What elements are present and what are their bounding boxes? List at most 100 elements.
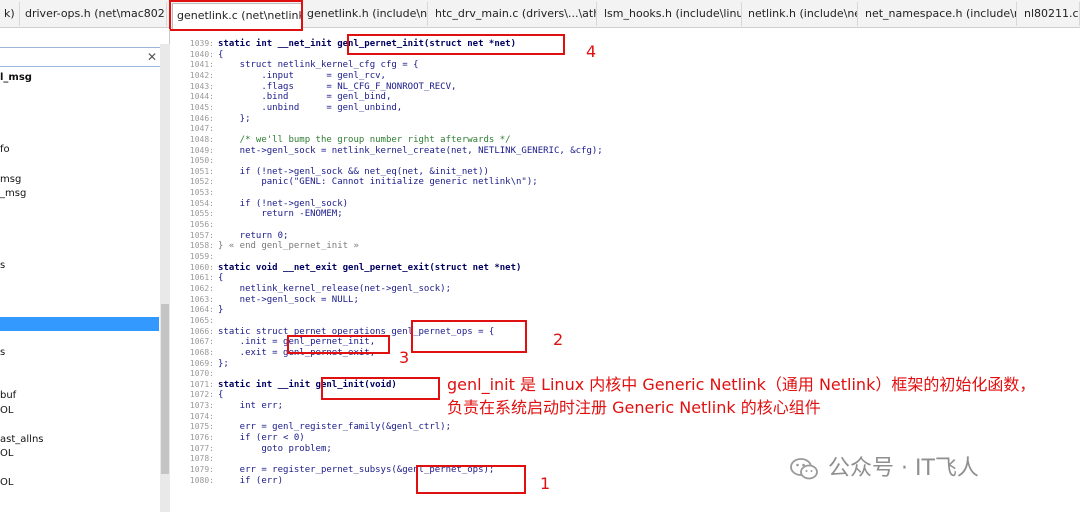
line-number: 1073: xyxy=(189,401,214,411)
tree-item[interactable]: s xyxy=(0,260,5,271)
code-text: net->genl_sock = NULL; xyxy=(218,294,359,305)
code-text: goto problem; xyxy=(218,443,332,454)
annotation-box-4 xyxy=(347,34,565,55)
code-line: 1054: if (!net->genl_sock) xyxy=(178,199,348,210)
line-number: 1039: xyxy=(189,39,214,48)
code-line: 1046: }; xyxy=(178,114,251,125)
code-line: 1065: xyxy=(178,316,218,327)
tab-highlight-box xyxy=(169,0,303,31)
code-text: } xyxy=(218,305,224,316)
tab-nl80211[interactable]: nl80211.c (ne xyxy=(1020,2,1080,26)
line-number: 1040: xyxy=(189,49,214,59)
code-line: 1077: goto problem; xyxy=(178,444,332,455)
tab-net-namespace[interactable]: net_namespace.h (include\net) xyxy=(861,2,1017,26)
scrollbar-thumb[interactable] xyxy=(161,304,169,474)
tab-label: lsm_hooks.h (include\linux) xyxy=(604,7,742,20)
code-line: 1051: if (!net->genl_sock && net_eq(net,… xyxy=(178,167,489,178)
code-line: 1075: err = genl_register_family(&genl_c… xyxy=(178,422,451,433)
line-number: 1070: xyxy=(189,369,214,379)
code-line: 1059: xyxy=(178,252,218,263)
code-text: .bind = genl_bind, xyxy=(218,92,392,103)
tab-label: k) xyxy=(4,7,15,20)
tab-lsm-hooks[interactable]: lsm_hooks.h (include\linux) xyxy=(600,2,742,26)
tree-item[interactable]: msg xyxy=(0,174,21,185)
tree-item[interactable]: s xyxy=(0,347,5,358)
code-text: } « end genl_pernet_init » xyxy=(218,241,359,252)
line-number: 1055: xyxy=(189,209,214,219)
tree-item[interactable]: OL xyxy=(0,477,13,488)
code-text: return -ENOMEM; xyxy=(218,209,343,220)
code-line: 1080: if (err) xyxy=(178,476,283,487)
code-text: panic("GENL: Cannot initialize generic n… xyxy=(218,177,538,188)
panel-scrollbar[interactable] xyxy=(160,44,170,512)
line-number: 1071: xyxy=(189,379,214,389)
tree-item[interactable]: l_msg xyxy=(0,72,32,83)
close-icon[interactable]: ✕ xyxy=(147,50,157,64)
line-number: 1057: xyxy=(189,230,214,240)
code-text: if (err) xyxy=(218,475,284,486)
code-line: 1060: static void __net_exit genl_pernet_… xyxy=(178,263,522,274)
code-line: 1042: .input = genl_rcv, xyxy=(178,71,386,82)
code-text: }; xyxy=(218,113,251,124)
code-line: 1050: xyxy=(178,156,218,167)
annotation-number-2: 2 xyxy=(553,330,564,349)
annotation-box-genl-init xyxy=(321,377,440,400)
code-line: 1062: netlink_kernel_release(net->genl_s… xyxy=(178,284,451,295)
code-line: 1061: { xyxy=(178,273,224,284)
tree-item[interactable]: ast_allns xyxy=(0,434,44,445)
code-text: }; xyxy=(218,358,229,369)
code-line: 1070: xyxy=(178,369,218,380)
code-line: 1057: return 0; xyxy=(178,230,289,242)
tab-netlink-h[interactable]: netlink.h (include\net) xyxy=(744,2,858,26)
tab-htc-drv-main[interactable]: htc_drv_main.c (drivers\...\ath9k) xyxy=(431,2,597,26)
code-line: 1044: .bind = genl_bind, xyxy=(178,92,391,103)
code-text: { xyxy=(218,390,224,401)
line-number: 1043: xyxy=(189,81,214,91)
tab-genetlink-h[interactable]: genetlink.h (include\net) xyxy=(303,2,428,26)
line-number: 1074: xyxy=(189,411,214,421)
line-number: 1077: xyxy=(189,443,214,453)
line-number: 1051: xyxy=(189,166,214,176)
tree-item[interactable]: _msg xyxy=(0,188,26,199)
line-number: 1042: xyxy=(189,70,214,80)
watermark-text: 公众号 · IT飞人 xyxy=(828,456,979,481)
line-number: 1067: xyxy=(189,337,214,347)
annotation-box-1 xyxy=(416,465,526,494)
tab-driver-ops[interactable]: driver-ops.h (net\mac80211) xyxy=(21,2,167,26)
annotation-box-3 xyxy=(287,335,390,354)
code-text: net->genl_sock = netlink_kernel_create(n… xyxy=(218,145,603,156)
line-number: 1059: xyxy=(189,252,214,261)
line-number: 1072: xyxy=(189,390,214,400)
code-line: 1056: xyxy=(178,220,218,231)
tab-partial[interactable]: k) xyxy=(0,2,20,26)
code-text: if (err < 0) xyxy=(218,433,305,444)
code-text: { xyxy=(218,273,224,284)
tree-item[interactable]: OL xyxy=(0,448,13,459)
code-text: .input = genl_rcv, xyxy=(218,70,386,81)
code-line: 1078: xyxy=(178,454,218,465)
code-editor[interactable]: 1039: static int __net_init genl_pernet_i… xyxy=(178,29,1080,512)
tree-item[interactable]: fo xyxy=(0,144,10,155)
line-number: 1052: xyxy=(189,177,214,187)
selected-row xyxy=(0,317,159,331)
line-number: 1063: xyxy=(189,294,214,304)
annotation-number-3: 3 xyxy=(399,348,410,367)
line-number: 1053: xyxy=(189,188,214,198)
code-text: err = genl_register_family(&genl_ctrl); xyxy=(218,422,451,433)
tab-label: genetlink.h (include\net) xyxy=(307,7,428,20)
search-input[interactable]: ✕ xyxy=(0,47,162,67)
code-text: return 0; xyxy=(218,230,289,241)
line-number: 1041: xyxy=(189,60,214,70)
tab-label: netlink.h (include\net) xyxy=(748,7,858,20)
tree-item[interactable]: OL xyxy=(0,405,13,416)
line-number: 1065: xyxy=(189,315,214,325)
code-line: 1049: net->genl_sock = netlink_kernel_cr… xyxy=(178,146,603,157)
line-number: 1075: xyxy=(189,422,214,432)
code-line: 1058:} « end genl_pernet_init » xyxy=(178,241,359,252)
code-text: struct netlink_kernel_cfg cfg = { xyxy=(218,60,419,71)
annotation-text-line1: genl_init 是 Linux 内核中 Generic Netlink（通用… xyxy=(447,375,1036,394)
code-line: 1040: { xyxy=(178,49,224,61)
tree-item[interactable]: buf xyxy=(0,390,16,401)
code-line: 1064:} xyxy=(178,305,224,316)
code-text: int err; xyxy=(218,401,284,412)
